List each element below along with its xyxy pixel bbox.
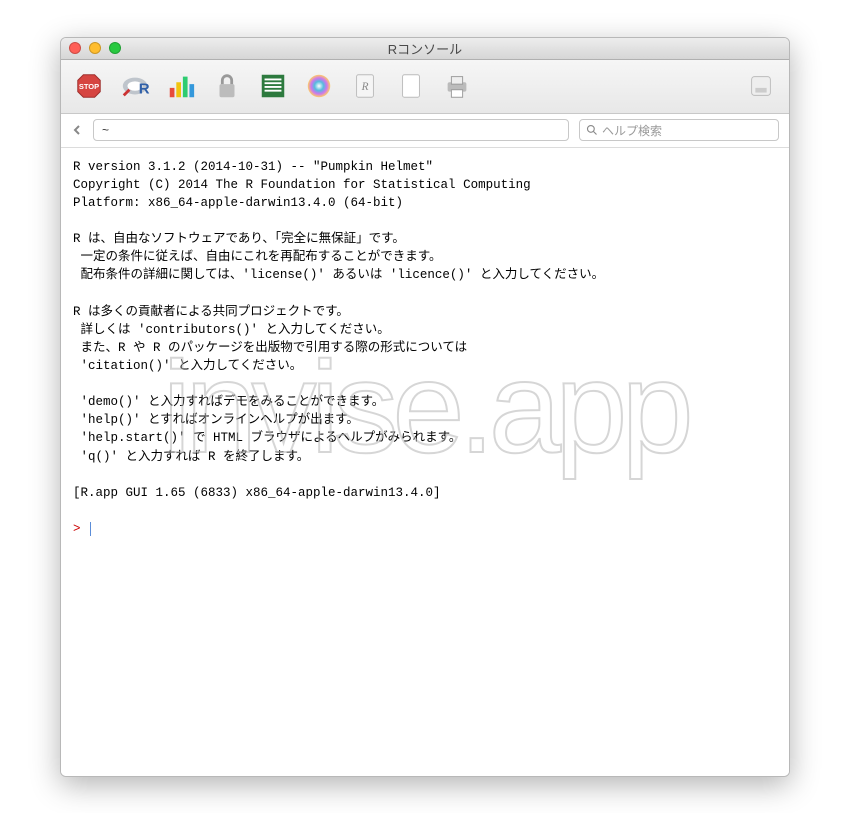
- close-button[interactable]: [69, 42, 81, 54]
- prompt: >: [73, 522, 81, 536]
- svg-text:R: R: [361, 81, 369, 93]
- window-title: Rコンソール: [61, 39, 789, 58]
- minimize-button[interactable]: [89, 42, 101, 54]
- lock-icon[interactable]: [209, 68, 245, 104]
- color-picker-icon[interactable]: [301, 68, 337, 104]
- toolbar: STOP R R: [61, 60, 789, 114]
- console-text: R version 3.1.2 (2014-10-31) -- "Pumpkin…: [73, 160, 604, 500]
- help-search-input[interactable]: ヘルプ検索: [579, 119, 779, 141]
- chevron-left-icon[interactable]: [71, 124, 83, 136]
- lines-icon[interactable]: [255, 68, 291, 104]
- print-icon[interactable]: [439, 68, 475, 104]
- working-directory-value: ~: [102, 123, 109, 137]
- titlebar: Rコンソール: [61, 38, 789, 60]
- working-directory-input[interactable]: ~: [93, 119, 569, 141]
- barchart-icon[interactable]: [163, 68, 199, 104]
- svg-text:STOP: STOP: [79, 82, 99, 91]
- zoom-button[interactable]: [109, 42, 121, 54]
- new-document-icon[interactable]: [393, 68, 429, 104]
- search-placeholder: ヘルプ検索: [602, 122, 662, 139]
- filter-bar: ~ ヘルプ検索: [61, 114, 789, 148]
- r-source-icon[interactable]: R: [117, 68, 153, 104]
- console-output[interactable]: R version 3.1.2 (2014-10-31) -- "Pumpkin…: [61, 148, 789, 776]
- r-document-icon[interactable]: R: [347, 68, 383, 104]
- cursor: [90, 522, 91, 536]
- svg-text:R: R: [139, 81, 150, 98]
- window-controls: [61, 42, 121, 54]
- stop-button[interactable]: STOP: [71, 68, 107, 104]
- search-icon: [586, 124, 598, 136]
- drive-icon[interactable]: [743, 68, 779, 104]
- r-console-window: Rコンソール STOP R R: [60, 37, 790, 777]
